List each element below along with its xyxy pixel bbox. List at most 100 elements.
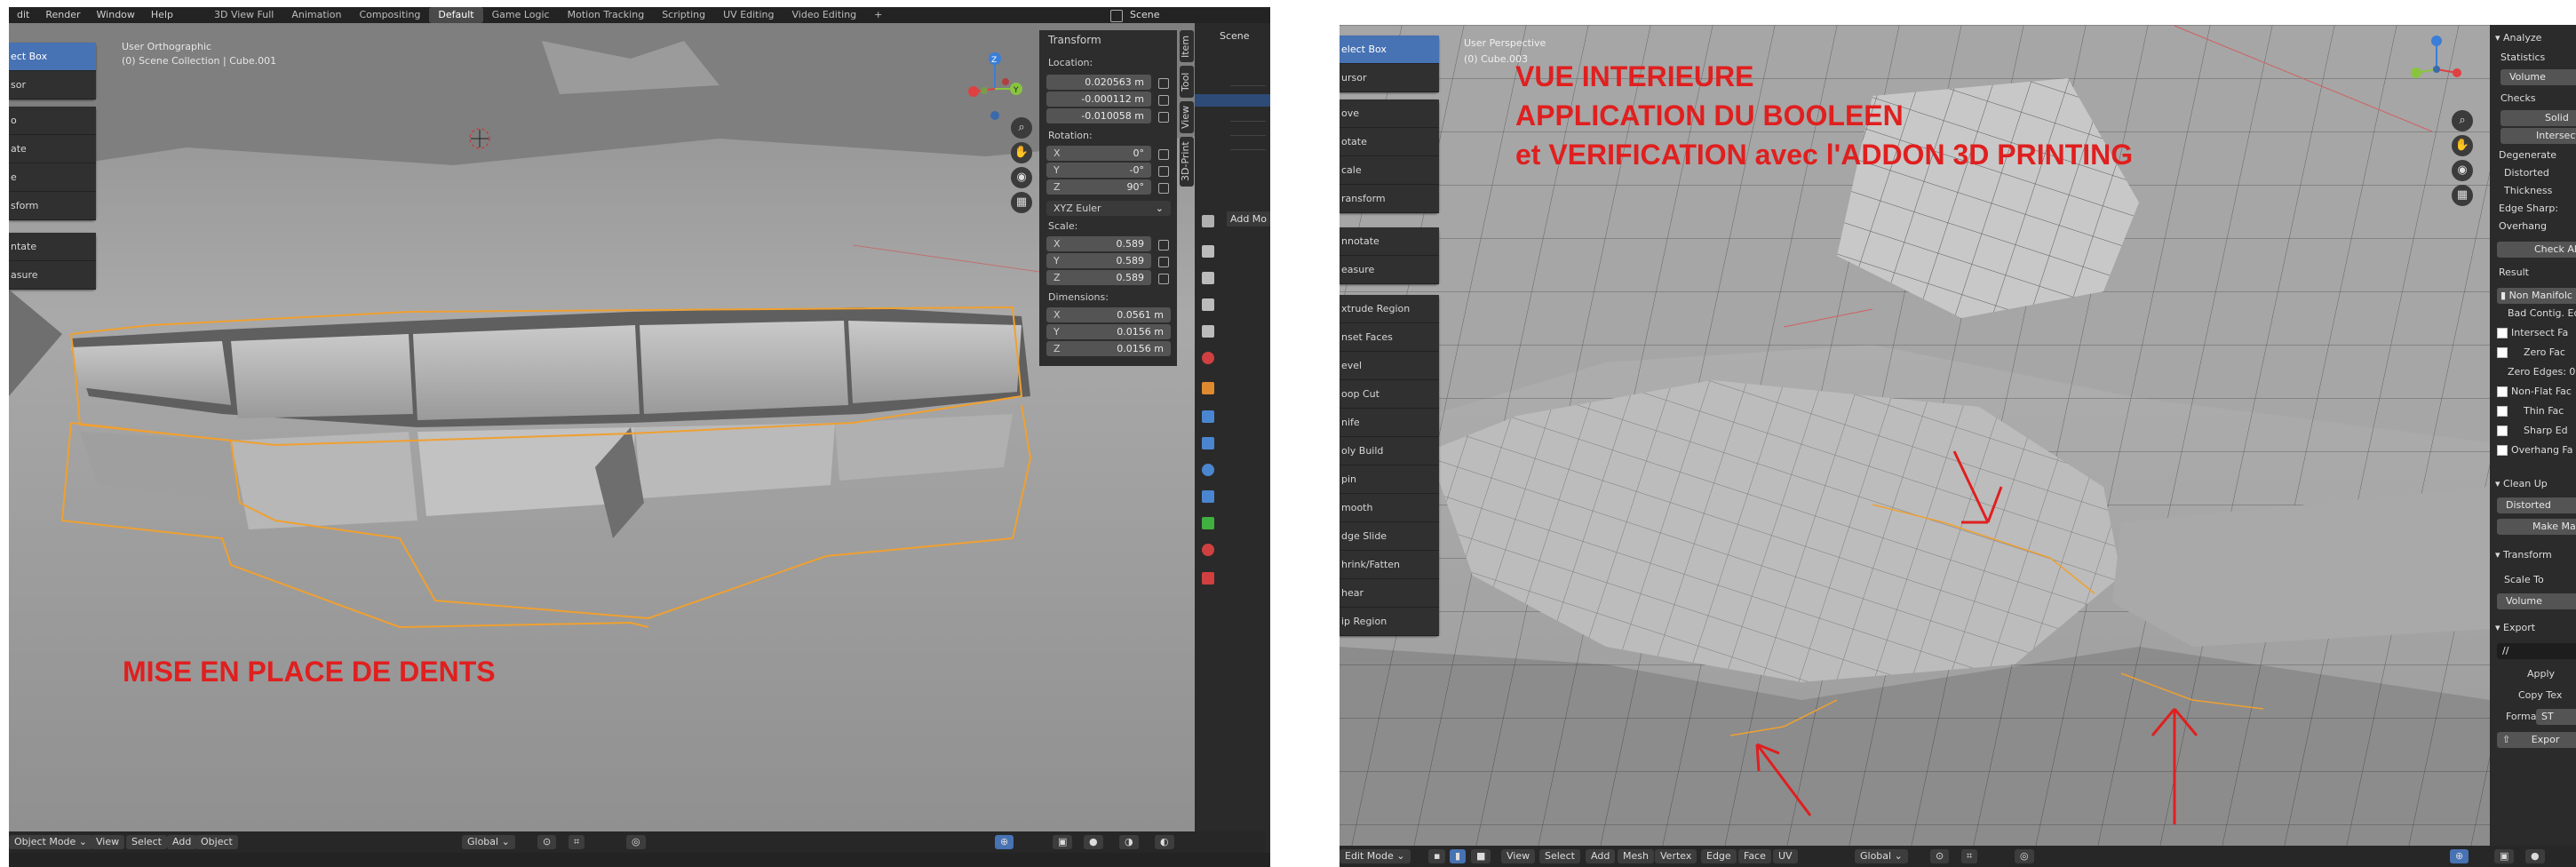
menu-select[interactable]: Select [1539,849,1580,863]
make-manifold-button[interactable]: Make Mani [2497,519,2576,535]
tool-properties-icon[interactable] [1202,215,1214,227]
clean-up-header[interactable]: ▾ Clean Up [2490,474,2576,494]
export-path-field[interactable]: // [2497,643,2576,659]
copy-textures-label[interactable]: Copy Tex [2490,686,2576,705]
volume-scale-button[interactable]: Volume [2497,593,2576,609]
pan-hand-icon[interactable]: ✋ [2452,135,2473,156]
right-3d-viewport[interactable]: User Perspective (0) Cube.003 VUE INTERI… [1340,25,2490,846]
grid-icon[interactable]: ▦ [1011,192,1032,213]
tool-rotate[interactable]: ate [9,135,96,163]
transform-header[interactable]: ▾ Transform [2490,545,2576,565]
orientation-select[interactable]: Global ⌄ [462,835,515,849]
rotation-z-field[interactable]: Z 90° [1046,179,1151,195]
proportional-icon[interactable]: ◎ [626,835,646,849]
tab-tool[interactable]: Tool [1180,66,1194,98]
overlay-icon[interactable]: ⊕ [2450,849,2469,863]
particles-icon[interactable] [1202,437,1214,449]
object-properties-icon[interactable] [1202,382,1214,394]
tab-game-logic[interactable]: Game Logic [483,7,559,23]
tool-knife[interactable]: nife [1340,409,1439,437]
lock-icon[interactable] [1158,274,1169,284]
tab-item[interactable]: Item [1180,30,1194,62]
export-header[interactable]: ▾ Export [2490,618,2576,638]
zoom-icon[interactable]: ⌕ [2452,110,2473,131]
location-y-field[interactable]: -0.000112 m [1046,91,1151,107]
xray-icon[interactable]: ▣ [2494,849,2515,863]
tool-scale[interactable]: e [9,163,96,192]
lock-icon[interactable] [1158,240,1169,251]
material-properties-icon[interactable] [1202,544,1214,556]
scale-x-field[interactable]: X 0.589 [1046,236,1151,251]
pivot-icon[interactable]: ⊙ [1930,849,1950,863]
solid-button[interactable]: Solid [2500,110,2576,126]
output-properties-icon[interactable] [1202,272,1214,284]
data-properties-icon[interactable] [1202,517,1214,529]
snap-icon[interactable]: ⌗ [568,835,585,849]
menu-view[interactable]: View [1501,849,1536,863]
shading-solid-icon[interactable]: ● [2525,849,2545,863]
analyze-header[interactable]: ▾ Analyze [2490,28,2576,48]
overlay-icon[interactable]: ⊕ [995,835,1014,849]
tool-bevel[interactable]: evel [1340,352,1439,380]
shading-solid-icon[interactable]: ● [1084,835,1103,849]
result-non-manifold[interactable]: ▮ Non Manifolc [2497,288,2576,304]
lock-icon[interactable] [1158,149,1169,160]
menu-vertex[interactable]: Vertex [1655,849,1697,863]
menu-object[interactable]: Object [195,835,238,849]
shading-rendered-icon[interactable]: ◐ [1155,835,1174,849]
tool-move[interactable]: ove [1340,99,1439,128]
tool-measure[interactable]: asure [9,261,96,290]
result-thin-faces[interactable]: Thin Fac [2490,402,2576,421]
result-zero-faces[interactable]: Zero Fac [2490,343,2576,362]
outliner-row[interactable] [1230,140,1266,150]
shading-material-icon[interactable]: ◑ [1119,835,1139,849]
tab-uv-editing[interactable]: UV Editing [714,7,783,23]
tool-loop-cut[interactable]: oop Cut [1340,380,1439,409]
menu-face[interactable]: Face [1738,849,1771,863]
tool-smooth[interactable]: mooth [1340,494,1439,522]
zoom-icon[interactable]: ⌕ [1011,117,1032,139]
xray-icon[interactable]: ▣ [1053,835,1073,849]
tab-compositing[interactable]: Compositing [350,7,429,23]
export-button[interactable]: ⇧ Expor [2497,732,2576,748]
tool-shrink-fatten[interactable]: hrink/Fatten [1340,551,1439,579]
tool-extrude-region[interactable]: xtrude Region [1340,295,1439,323]
tool-transform[interactable]: sform [9,192,96,220]
vertex-select-icon[interactable]: ▪ [1428,849,1446,863]
modifier-properties-icon[interactable] [1202,410,1214,423]
apply-label[interactable]: Apply [2490,664,2576,684]
camera-icon[interactable]: ◉ [2452,160,2473,181]
tool-select-box[interactable]: ect Box [9,43,96,71]
add-workspace-button[interactable]: + [865,7,891,23]
result-sharp-edges[interactable]: Sharp Ed [2490,421,2576,441]
tab-video-editing[interactable]: Video Editing [783,7,866,23]
tool-rip-region[interactable]: ip Region [1340,608,1439,636]
intersect-button[interactable]: Intersecti [2500,128,2576,144]
tool-shear[interactable]: hear [1340,579,1439,608]
grid-icon[interactable]: ▦ [2452,185,2473,206]
lock-icon[interactable] [1158,257,1169,267]
mode-select[interactable]: Edit Mode ⌄ [1340,849,1411,863]
result-non-flat-faces[interactable]: Non-Flat Fac [2490,382,2576,402]
lock-icon[interactable] [1158,166,1169,177]
pivot-icon[interactable]: ⊙ [537,835,557,849]
tool-measure[interactable]: easure [1340,256,1439,284]
rotation-y-field[interactable]: Y -0° [1046,163,1151,178]
menu-uv[interactable]: UV [1773,849,1798,863]
menu-edit[interactable]: dit [9,7,37,23]
rotation-x-field[interactable]: X 0° [1046,146,1151,161]
pan-hand-icon[interactable]: ✋ [1011,142,1032,163]
tab-3d-view-full[interactable]: 3D View Full [205,7,282,23]
tool-annotate[interactable]: ntate [9,233,96,261]
location-z-field[interactable]: -0.010058 m [1046,108,1151,123]
left-3d-viewport[interactable]: User Orthographic (0) Scene Collection |… [9,23,1266,853]
distorted-cleanup-button[interactable]: Distorted [2497,497,2576,513]
check-all-button[interactable]: Check Al [2497,242,2576,258]
dimension-z-field[interactable]: Z 0.0156 m [1046,341,1171,356]
tool-spin[interactable]: pin [1340,465,1439,494]
tool-rotate[interactable]: otate [1340,128,1439,156]
tab-default[interactable]: Default [429,7,483,23]
scale-y-field[interactable]: Y 0.589 [1046,253,1151,268]
dimension-x-field[interactable]: X 0.0561 m [1046,307,1171,322]
location-x-field[interactable]: 0.020563 m [1046,75,1151,90]
